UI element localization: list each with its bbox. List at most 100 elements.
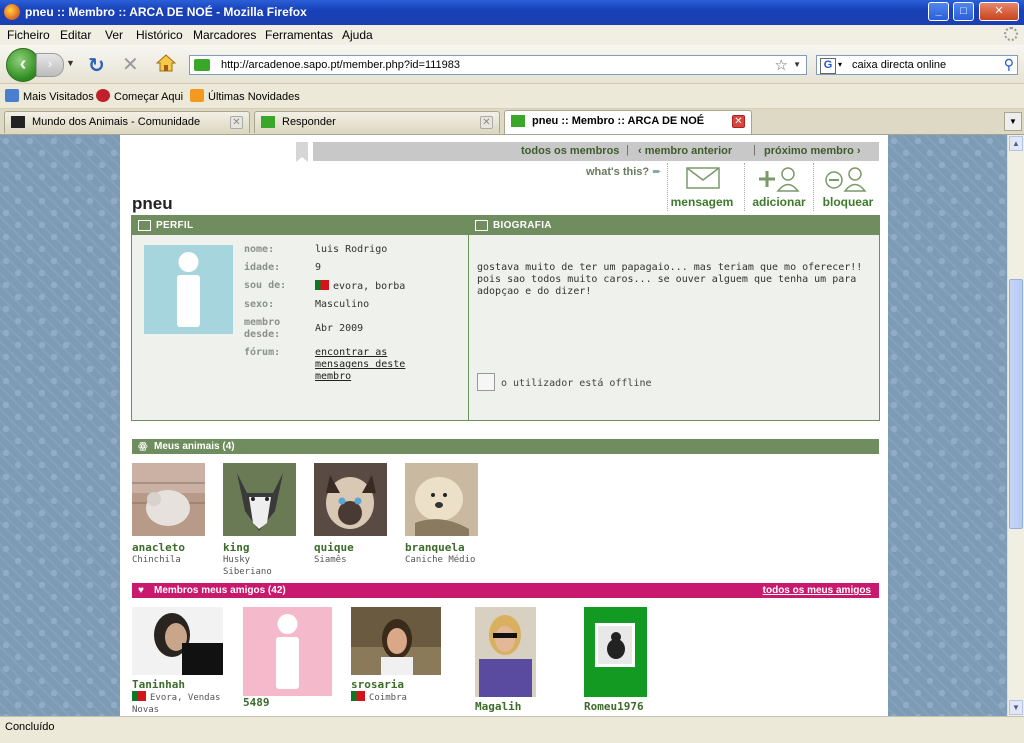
tab-arca-de-noe[interactable]: pneu :: Membro :: ARCA DE NOÉ ✕ (504, 110, 752, 134)
online-status-text: o utilizador está offline (501, 378, 652, 389)
tab-close-icon[interactable]: ✕ (732, 115, 745, 128)
vertical-scrollbar[interactable]: ▲ ▼ (1007, 135, 1024, 716)
animal-card[interactable]: king Husky Siberiano (223, 463, 303, 578)
status-text: Concluído (5, 721, 55, 733)
friend-name[interactable]: Taninhah (132, 678, 223, 691)
user-silhouette-icon (177, 252, 200, 327)
scroll-down-icon[interactable]: ▼ (1009, 700, 1023, 715)
close-window-button[interactable]: ✕ (979, 2, 1019, 21)
send-message-button[interactable]: mensagem (667, 163, 736, 211)
minimize-button[interactable]: _ (928, 2, 949, 21)
page-viewport: todos os membros | ‹ membro anterior | p… (0, 135, 1008, 716)
history-dropdown-icon[interactable]: ▼ (66, 58, 75, 68)
animal-photo-chinchilla[interactable] (132, 463, 205, 536)
friend-card[interactable]: Romeu1976 (584, 607, 647, 713)
search-bar[interactable]: G ▾ caixa directa online ⚲ (816, 55, 1018, 75)
friend-photo[interactable] (584, 607, 647, 697)
menu-marcadores[interactable]: Marcadores (193, 28, 256, 42)
all-friends-link[interactable]: todos os meus amigos (763, 585, 871, 596)
bookmark-star-icon[interactable]: ☆ (775, 56, 788, 74)
firefox-logo-icon (96, 89, 110, 102)
user-silhouette-icon (276, 614, 299, 689)
bookmark-ultimas-novidades[interactable]: Últimas Novidades (190, 89, 300, 103)
animal-breed: Caniche Médio (405, 555, 476, 565)
profile-heading: PERFIL (156, 220, 194, 231)
menu-editar[interactable]: Editar (60, 28, 91, 42)
member-since-label: membro desde: (244, 317, 280, 341)
engine-dropdown-icon[interactable]: ▾ (838, 60, 842, 69)
cat-face-icon: ꙮ (138, 441, 148, 452)
google-engine-icon[interactable]: G (820, 58, 836, 74)
forward-button[interactable]: › (36, 53, 64, 77)
firefox-icon (4, 4, 20, 20)
friend-name[interactable]: srosaria (351, 678, 441, 691)
animal-photo-husky[interactable] (223, 463, 296, 536)
age-label: idade: (244, 262, 281, 273)
menu-ferramentas[interactable]: Ferramentas (265, 28, 333, 42)
menu-ficheiro[interactable]: Ficheiro (7, 28, 50, 42)
window-title: pneu :: Membro :: ARCA DE NOÉ - Mozilla … (25, 5, 307, 19)
search-input[interactable]: caixa directa online (852, 59, 946, 71)
friend-card[interactable]: srosaria Coimbra (351, 607, 441, 704)
animal-card[interactable]: quique Siamês (314, 463, 394, 566)
animal-name[interactable]: king (223, 541, 303, 554)
animal-card[interactable]: branquela Caniche Médio (405, 463, 485, 566)
stop-icon[interactable]: ✕ (122, 52, 139, 77)
tab-label: Responder (282, 116, 336, 128)
add-friend-button[interactable]: adicionar (744, 163, 813, 211)
url-dropdown-icon[interactable]: ▼ (793, 60, 801, 69)
animal-card[interactable]: anacleto Chinchila (132, 463, 212, 566)
friend-photo[interactable] (475, 607, 536, 697)
tab-close-icon[interactable]: ✕ (230, 116, 243, 129)
friend-photo[interactable] (132, 607, 223, 675)
previous-member-link[interactable]: ‹ membro anterior (638, 145, 732, 157)
url-text[interactable]: http://arcadenoe.sapo.pt/member.php?id=1… (221, 59, 460, 71)
animal-name[interactable]: anacleto (132, 541, 212, 554)
friend-photo[interactable] (351, 607, 441, 675)
site-favicon-icon (511, 115, 525, 127)
url-bar[interactable]: http://arcadenoe.sapo.pt/member.php?id=1… (189, 55, 807, 75)
scroll-up-icon[interactable]: ▲ (1009, 136, 1023, 151)
tab-close-icon[interactable]: ✕ (480, 116, 493, 129)
animal-name[interactable]: branquela (405, 541, 485, 554)
member-navigation: todos os membros | ‹ membro anterior | p… (313, 142, 879, 161)
tab-responder[interactable]: Responder ✕ (254, 111, 500, 133)
friends-section-header: ♥ Membros meus amigos (42) todos os meus… (132, 583, 879, 598)
back-button[interactable]: ‹ (6, 48, 40, 82)
bookmark-comecar-aqui[interactable]: Começar Aqui (96, 89, 183, 103)
forum-posts-link[interactable]: encontrar as mensagens deste membro (315, 347, 425, 383)
animal-photo-siamese[interactable] (314, 463, 387, 536)
search-icon[interactable]: ⚲ (1004, 56, 1014, 73)
scrollbar-thumb[interactable] (1009, 279, 1023, 529)
all-members-link[interactable]: todos os membros (521, 145, 619, 157)
menu-ver[interactable]: Ver (105, 28, 123, 42)
whats-this-link[interactable]: what's this? ➨ (586, 165, 661, 178)
friend-card[interactable]: 5489 (243, 607, 332, 709)
block-user-icon (825, 167, 867, 192)
tab-mundo-dos-animais[interactable]: Mundo dos Animais - Comunidade ✕ (4, 111, 250, 133)
block-label: bloquear (822, 195, 874, 209)
tab-list-dropdown-icon[interactable]: ▼ (1004, 112, 1022, 131)
bookmark-mais-visitados[interactable]: Mais Visitados (5, 89, 94, 103)
name-label: nome: (244, 244, 275, 255)
friend-card[interactable]: Taninhah Evora, Vendas Novas (132, 607, 223, 716)
home-icon[interactable] (156, 53, 176, 73)
menu-ajuda[interactable]: Ajuda (342, 28, 373, 42)
site-favicon-icon (11, 116, 25, 128)
block-user-button[interactable]: bloquear (813, 163, 882, 211)
next-member-link[interactable]: próximo membro › (764, 145, 861, 157)
animal-photo-poodle[interactable] (405, 463, 478, 536)
friend-name[interactable]: Romeu1976 (584, 700, 647, 713)
reload-icon[interactable]: ↻ (88, 53, 105, 78)
friend-card[interactable]: Magalih (475, 607, 536, 713)
menu-historico[interactable]: Histórico (136, 28, 183, 42)
friend-location: Coimbra (351, 691, 441, 704)
friend-name[interactable]: 5489 (243, 696, 332, 709)
message-label: mensagem (670, 195, 734, 209)
friend-name[interactable]: Magalih (475, 700, 536, 713)
animal-name[interactable]: quique (314, 541, 394, 554)
sex-label: sexo: (244, 299, 275, 310)
friend-photo[interactable] (243, 607, 332, 696)
maximize-button[interactable]: □ (953, 2, 974, 21)
tab-label: pneu :: Membro :: ARCA DE NOÉ (532, 115, 705, 127)
